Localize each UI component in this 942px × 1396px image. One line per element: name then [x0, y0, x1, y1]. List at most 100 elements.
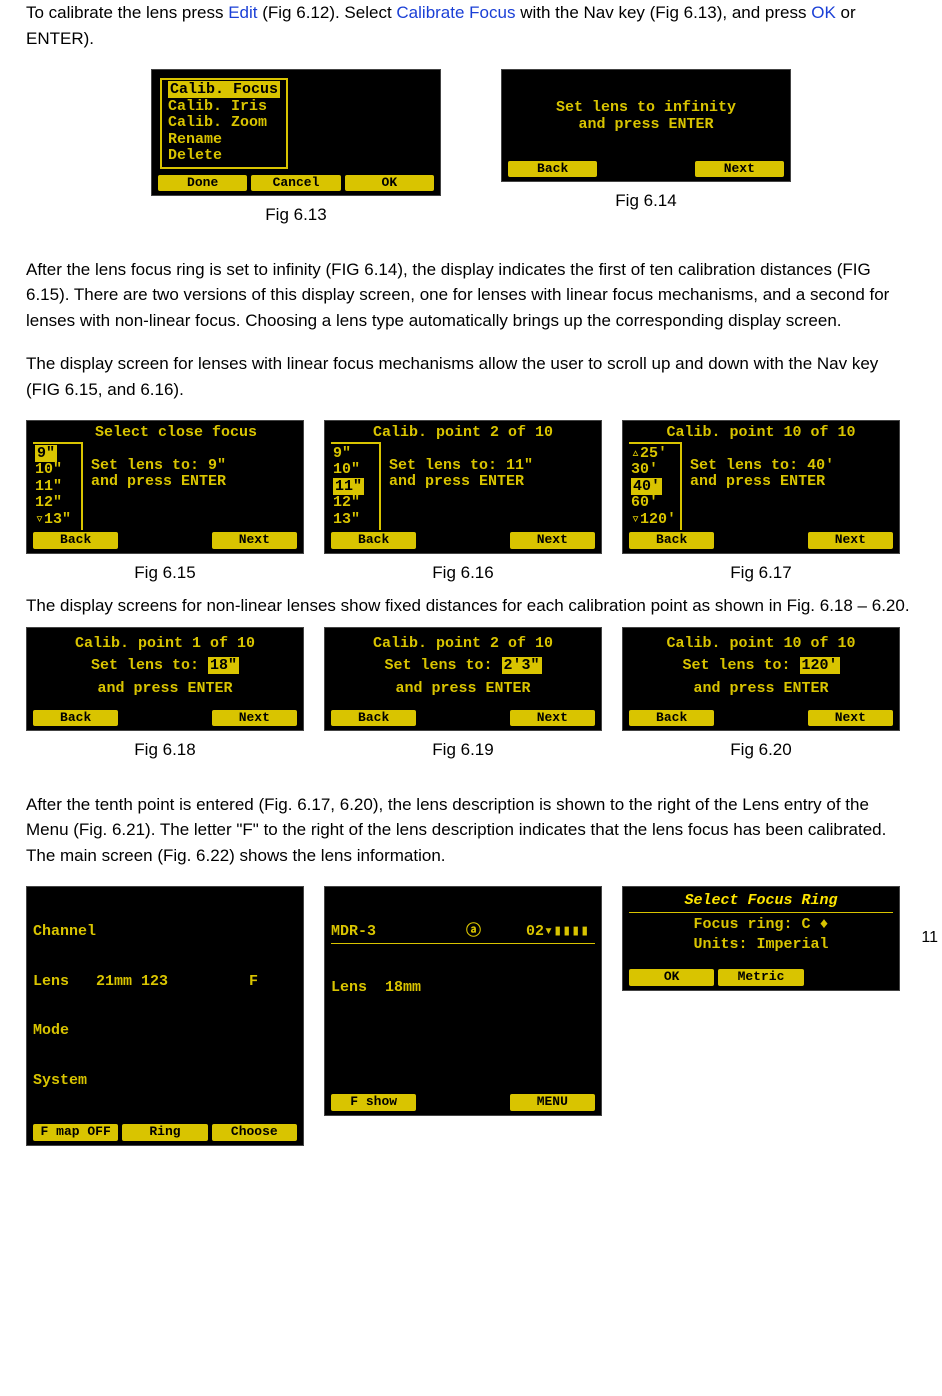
figure-caption: Fig 6.19 [432, 737, 493, 763]
lcd-text: and press ENTER [690, 474, 891, 491]
figure-caption: Fig 6.18 [134, 737, 195, 763]
paragraph: After the tenth point is entered (Fig. 6… [26, 792, 916, 869]
distance-list: 9" 10" 11" 12" 13" [331, 442, 381, 531]
softkey-empty [420, 1094, 505, 1110]
list-item: 30' [631, 462, 676, 479]
softkey: Next [212, 532, 297, 548]
list-item: ▿13" [35, 512, 77, 529]
softkey: Next [808, 532, 893, 548]
lcd-text: and press ENTER [510, 117, 782, 134]
figure-caption: Fig 6.13 [265, 202, 326, 228]
lcd-text: Set lens to: 11" [389, 458, 593, 475]
softkey: OK [629, 969, 714, 985]
figure: Calib. point 10 of 10 Set lens to: 120' … [622, 627, 900, 763]
list-item-selected: 11" [333, 478, 364, 495]
lcd-text: and press ENTER [389, 474, 593, 491]
figure-row: Select close focus 9" 10" 11" 12" ▿13" S… [26, 420, 916, 585]
softkey-empty [122, 710, 207, 726]
lcd-text: Set lens to infinity [510, 100, 782, 117]
softkey: F show [331, 1094, 416, 1110]
lcd-header: MDR-3 ⓐ 02▾▮▮▮▮ [331, 924, 595, 944]
lcd-screen: Calib. point 2 of 10 Set lens to: 2'3" a… [324, 627, 602, 731]
figure-caption: Fig 6.16 [432, 560, 493, 586]
list-item: 12" [333, 495, 375, 512]
figure-row: Channel Lens 21mm 123 F Mode System F ma… [26, 886, 916, 1145]
lcd-text: Lens 18mm [331, 980, 595, 997]
list-item: ▿120' [631, 512, 676, 529]
softkey: Back [508, 161, 597, 177]
softkey-empty [420, 532, 505, 548]
lcd-screen: Calib. Focus Calib. Iris Calib. Zoom Ren… [151, 69, 441, 196]
softkey: Back [33, 710, 118, 726]
softkey: Back [331, 710, 416, 726]
softkey-empty [122, 532, 207, 548]
softkey: Next [695, 161, 784, 177]
paragraph: The display screen for lenses with linea… [26, 351, 916, 402]
lcd-title: Calib. point 10 of 10 [629, 636, 893, 653]
list-item: 10" [35, 462, 77, 479]
figure: Set lens to infinity and press ENTER Bac… [501, 69, 791, 227]
paragraph: To calibrate the lens press Edit (Fig 6.… [26, 0, 916, 51]
softkey: MENU [510, 1094, 595, 1110]
figure: Calib. point 1 of 10 Set lens to: 18" an… [26, 627, 304, 763]
softkey: Next [808, 710, 893, 726]
lcd-title: Calib. point 2 of 10 [331, 636, 595, 653]
softkey: OK [345, 175, 434, 191]
softkey: Back [629, 710, 714, 726]
softkey-empty [601, 161, 690, 177]
softkey-empty [808, 969, 893, 985]
lcd-screen: Calib. point 10 of 10 Set lens to: 120' … [622, 627, 900, 731]
lcd-screen: MDR-3 ⓐ 02▾▮▮▮▮ Lens 18mm F show MENU [324, 886, 602, 1115]
lcd-title: Select Focus Ring [629, 893, 893, 913]
lcd-text: Set lens to: 120' [629, 658, 893, 675]
figure: Calib. point 2 of 10 Set lens to: 2'3" a… [324, 627, 602, 763]
lcd-title: Calib. point 2 of 10 [331, 425, 595, 442]
figure-caption: Fig 6.15 [134, 560, 195, 586]
softkey: Back [331, 532, 416, 548]
list-item: 60' [631, 495, 676, 512]
lcd-screen: Calib. point 10 of 10 ▵25' 30' 40' 60' ▿… [622, 420, 900, 553]
link-ok: OK [811, 3, 836, 22]
figure: Channel Lens 21mm 123 F Mode System F ma… [26, 886, 304, 1145]
figure: Select Focus Ring Focus ring: C ♦ Units:… [622, 886, 900, 1145]
list-item-selected: 40' [631, 478, 662, 495]
distance-list: ▵25' 30' 40' 60' ▿120' [629, 442, 682, 531]
figure-row: Calib. Focus Calib. Iris Calib. Zoom Ren… [26, 69, 916, 227]
lcd-text: and press ENTER [331, 681, 595, 698]
softkey: Done [158, 175, 247, 191]
figure: Calib. Focus Calib. Iris Calib. Zoom Ren… [151, 69, 441, 227]
link-edit: Edit [228, 3, 257, 22]
list-item: 11" [35, 479, 77, 496]
text: To calibrate the lens press [26, 3, 228, 22]
menu-item: Calib. Iris [168, 99, 280, 116]
text: (Fig 6.12). Select [258, 3, 397, 22]
lcd-title: Calib. point 10 of 10 [629, 425, 893, 442]
menu-item: Delete [168, 148, 280, 165]
distance-list: 9" 10" 11" 12" ▿13" [33, 442, 83, 531]
softkey-empty [718, 710, 803, 726]
lcd-text: Set lens to: 40' [690, 458, 891, 475]
softkey: Back [33, 532, 118, 548]
lcd-text: and press ENTER [91, 474, 295, 491]
list-item: 10" [333, 462, 375, 479]
softkey-empty [420, 710, 505, 726]
lcd-screen: Channel Lens 21mm 123 F Mode System F ma… [26, 886, 304, 1145]
lcd-text: Lens 21mm 123 F [33, 974, 297, 991]
text: with the Nav key (Fig 6.13), and press [515, 3, 811, 22]
lcd-screen: Calib. point 2 of 10 9" 10" 11" 12" 13" … [324, 420, 602, 553]
figure: Select close focus 9" 10" 11" 12" ▿13" S… [26, 420, 304, 585]
page-number: 11 [921, 926, 938, 950]
lcd-title: Select close focus [33, 425, 297, 442]
figure-row: Calib. point 1 of 10 Set lens to: 18" an… [26, 627, 916, 763]
softkey: Next [510, 710, 595, 726]
lcd-text: System [33, 1073, 297, 1090]
lcd-text: Focus ring: C ♦ [629, 917, 893, 934]
lcd-screen: Select Focus Ring Focus ring: C ♦ Units:… [622, 886, 900, 990]
softkey: F map OFF [33, 1124, 118, 1140]
softkey: Metric [718, 969, 803, 985]
softkey: Cancel [251, 175, 340, 191]
menu: Calib. Focus Calib. Iris Calib. Zoom Ren… [160, 78, 288, 169]
list-item: 9" [333, 446, 375, 463]
lcd-screen: Select close focus 9" 10" 11" 12" ▿13" S… [26, 420, 304, 553]
paragraph: After the lens focus ring is set to infi… [26, 257, 916, 334]
